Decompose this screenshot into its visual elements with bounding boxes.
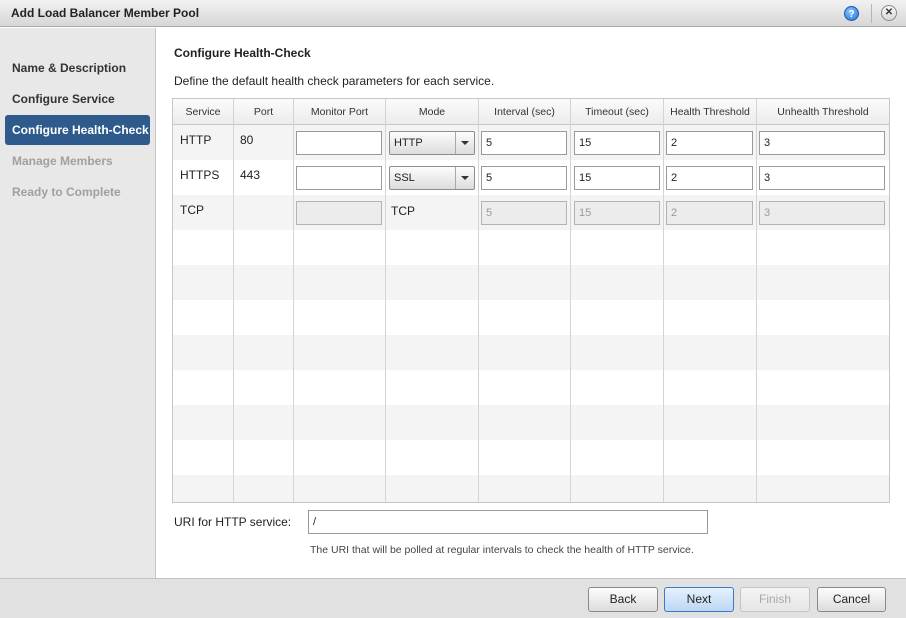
monitor-port-input[interactable] [296, 131, 382, 155]
uri-hint: The URI that will be polled at regular i… [310, 544, 694, 556]
column-header-health-threshold[interactable]: Health Threshold [664, 99, 756, 125]
title-bar-divider [871, 4, 872, 23]
health-threshold-input: 2 [666, 201, 753, 225]
column-divider [663, 99, 664, 502]
column-header-service[interactable]: Service [173, 99, 233, 125]
cell-service: HTTPS [180, 168, 220, 182]
step-manage-members: Manage Members [12, 154, 113, 168]
step-configure-health-check[interactable]: Configure Health-Check [5, 115, 150, 145]
page-title: Configure Health-Check [174, 46, 311, 60]
uri-label: URI for HTTP service: [174, 515, 292, 529]
column-divider [293, 99, 294, 502]
page-description: Define the default health check paramete… [174, 74, 495, 88]
unhealth-threshold-input[interactable]: 3 [759, 131, 885, 155]
column-divider [233, 99, 234, 502]
column-header-interval[interactable]: Interval (sec) [479, 99, 570, 125]
timeout-input[interactable]: 15 [574, 166, 660, 190]
table-row-stripe [173, 265, 889, 300]
close-icon[interactable]: ✕ [881, 5, 897, 21]
column-header-port[interactable]: Port [234, 99, 293, 125]
interval-input[interactable]: 5 [481, 131, 567, 155]
dialog-footer: Back Next Finish Cancel [0, 578, 906, 618]
dialog-title-bar: Add Load Balancer Member Pool ? ✕ [0, 0, 906, 27]
interval-input[interactable]: 5 [481, 166, 567, 190]
help-icon[interactable]: ? [844, 6, 859, 21]
column-divider [385, 99, 386, 502]
cell-mode: TCP [391, 204, 415, 218]
cell-port: 443 [240, 168, 261, 182]
next-button[interactable]: Next [664, 587, 734, 612]
column-header-unhealth-threshold[interactable]: Unhealth Threshold [757, 99, 889, 125]
cell-service: TCP [180, 203, 204, 217]
cell-service: HTTP [180, 133, 212, 147]
back-button[interactable]: Back [588, 587, 658, 612]
column-divider [478, 99, 479, 502]
dropdown-button[interactable] [455, 167, 474, 189]
interval-input: 5 [481, 201, 567, 225]
finish-button: Finish [740, 587, 810, 612]
monitor-port-input [296, 201, 382, 225]
cancel-button[interactable]: Cancel [817, 587, 886, 612]
step-ready-to-complete: Ready to Complete [12, 185, 121, 199]
timeout-input: 15 [574, 201, 660, 225]
table-row-stripe [173, 335, 889, 370]
health-check-table: Service Port Monitor Port Mode Interval … [172, 98, 890, 503]
wizard-steps-sidebar: Name & Description Configure Service Con… [0, 28, 156, 578]
mode-select[interactable]: HTTP [389, 131, 475, 155]
column-divider [570, 99, 571, 502]
unhealth-threshold-input[interactable]: 3 [759, 166, 885, 190]
chevron-down-icon [461, 176, 469, 180]
main-content: Configure Health-Check Define the defaul… [157, 28, 906, 578]
table-header: Service Port Monitor Port Mode Interval … [173, 99, 889, 125]
uri-input[interactable]: / [308, 510, 708, 534]
table-row-stripe [173, 475, 889, 502]
step-name-description[interactable]: Name & Description [5, 53, 150, 83]
step-configure-service[interactable]: Configure Service [5, 84, 150, 114]
mode-select-value: HTTP [394, 137, 423, 149]
monitor-port-input[interactable] [296, 166, 382, 190]
health-threshold-input[interactable]: 2 [666, 131, 753, 155]
dropdown-button[interactable] [455, 132, 474, 154]
table-row-stripe [173, 405, 889, 440]
cell-port: 80 [240, 133, 254, 147]
mode-select[interactable]: SSL [389, 166, 475, 190]
column-header-monitor-port[interactable]: Monitor Port [294, 99, 385, 125]
health-threshold-input[interactable]: 2 [666, 166, 753, 190]
chevron-down-icon [461, 141, 469, 145]
column-header-mode[interactable]: Mode [386, 99, 478, 125]
column-header-timeout[interactable]: Timeout (sec) [571, 99, 663, 125]
dialog-title: Add Load Balancer Member Pool [11, 6, 200, 20]
mode-select-value: SSL [394, 172, 415, 184]
timeout-input[interactable]: 15 [574, 131, 660, 155]
column-divider [756, 99, 757, 502]
unhealth-threshold-input: 3 [759, 201, 885, 225]
